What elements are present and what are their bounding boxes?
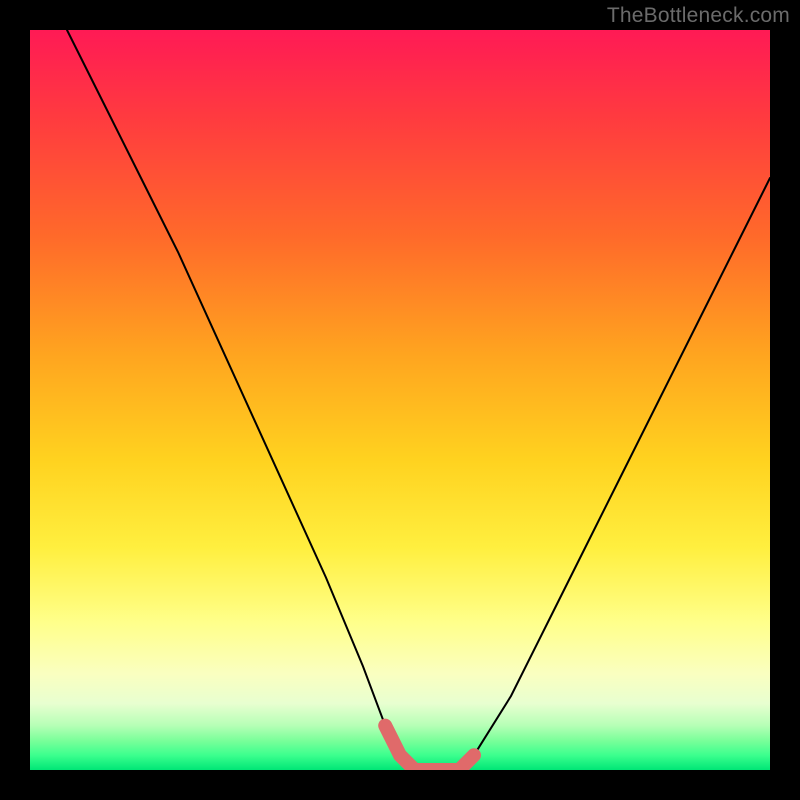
watermark-text: TheBottleneck.com xyxy=(607,4,790,28)
chart-gradient-background xyxy=(30,30,770,770)
chart-frame: TheBottleneck.com xyxy=(0,0,800,800)
